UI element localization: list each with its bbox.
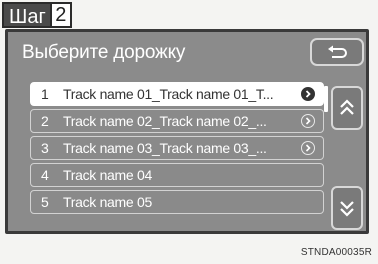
track-list: 1 Track name 01_Track name 01_T... 2 Tra… [30, 82, 324, 217]
back-button[interactable] [310, 38, 364, 66]
track-info-icon[interactable] [301, 114, 315, 128]
track-row-3[interactable]: 3 Track name 03_Track name 03_... [30, 136, 324, 160]
step-header: Шаг 2 [2, 2, 72, 28]
track-name: Track name 04 [63, 167, 152, 183]
scroll-up-button[interactable] [331, 86, 363, 130]
screen-title: Выберите дорожку [22, 42, 186, 63]
scroll-down-button[interactable] [331, 186, 363, 230]
figure-code: STNDA00035R [300, 247, 372, 258]
track-name: Track name 03_Track name 03_... [63, 140, 267, 156]
track-row-1[interactable]: 1 Track name 01_Track name 01_T... [30, 82, 324, 106]
track-number: 3 [41, 140, 49, 156]
step-label: Шаг [2, 2, 50, 28]
track-info-icon[interactable] [301, 87, 315, 101]
track-row-4[interactable]: 4 Track name 04 [30, 163, 324, 187]
track-number: 4 [41, 167, 49, 183]
track-number: 5 [41, 194, 49, 210]
scroll-position-indicator [324, 86, 328, 112]
back-arrow-icon [328, 45, 347, 58]
track-row-2[interactable]: 2 Track name 02_Track name 02_... [30, 109, 324, 133]
track-name: Track name 05 [63, 194, 152, 210]
track-info-icon[interactable] [301, 141, 315, 155]
track-name: Track name 01_Track name 01_T... [63, 86, 274, 102]
track-number: 1 [41, 86, 49, 102]
double-chevron-up-icon [340, 99, 354, 115]
track-name: Track name 02_Track name 02_... [63, 113, 267, 129]
step-number: 2 [49, 2, 72, 28]
track-number: 2 [41, 113, 49, 129]
track-row-5[interactable]: 5 Track name 05 [30, 190, 324, 214]
double-chevron-down-icon [340, 201, 354, 217]
